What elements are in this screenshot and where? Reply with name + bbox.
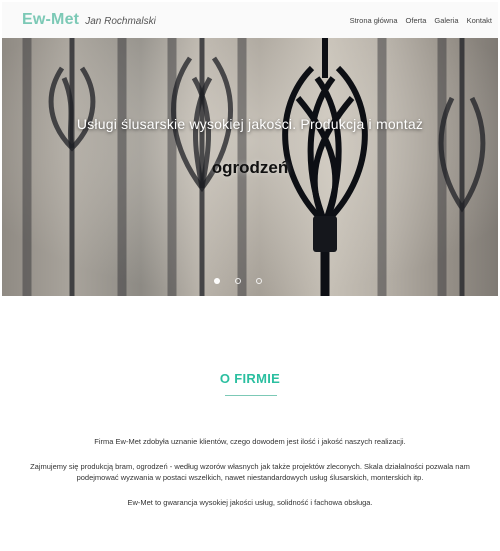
about-section: O FIRMIE Firma Ew-Met zdobyła uznanie kl…: [2, 298, 498, 551]
about-paragraph-1: Firma Ew-Met zdobyła uznanie klientów, c…: [94, 437, 406, 446]
nav-link-offer[interactable]: Oferta: [406, 16, 427, 25]
about-paragraph-2: Zajmujemy się produkcją bram, ogrodzeń -…: [30, 462, 470, 482]
slide-dot-3[interactable]: [256, 278, 262, 284]
hero-title: ogrodzeń: [211, 158, 289, 177]
about-title: O FIRMIE: [219, 371, 281, 386]
brand-name[interactable]: Ew-Met: [22, 11, 79, 29]
brand-owner: Jan Rochmalski: [85, 16, 156, 27]
slide-dot-1[interactable]: [214, 278, 220, 284]
slide-dot-2[interactable]: [235, 278, 241, 284]
nav-link-gallery[interactable]: Galeria: [434, 16, 458, 25]
nav-link-home[interactable]: Strona główna: [350, 16, 398, 25]
nav-link-contact[interactable]: Kontakt: [467, 16, 492, 25]
hero-subtitle: Usługi ślusarskie wysokiej jakości. Prod…: [76, 116, 424, 132]
main-menu: Strona główna Oferta Galeria Kontakt: [342, 16, 492, 25]
brand-logo[interactable]: Ew-Met Jan Rochmalski: [22, 11, 156, 29]
title-underline: [225, 395, 277, 396]
hero-slider[interactable]: Usługi ślusarskie wysokiej jakości. Prod…: [2, 38, 498, 296]
about-paragraph-3: Ew-Met to gwarancja wysokiej jakości usł…: [127, 498, 373, 507]
slider-indicators: [214, 278, 277, 284]
top-navbar: Ew-Met Jan Rochmalski Strona główna Ofer…: [2, 2, 498, 38]
